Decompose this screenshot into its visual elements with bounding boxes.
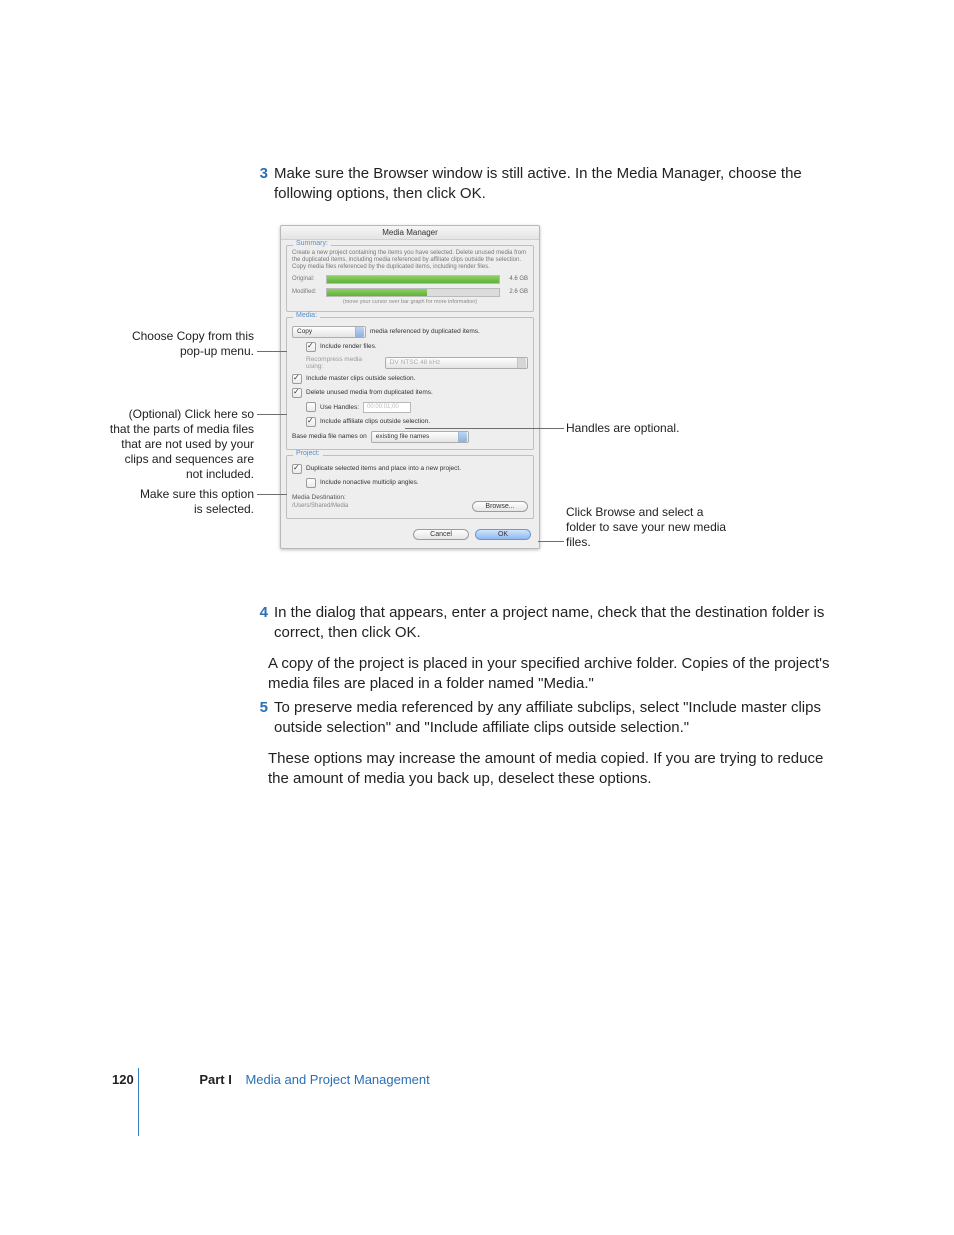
callout-browse: Click Browse and select a folder to save… — [566, 505, 736, 550]
callout-copy-popup: Choose Copy from this pop-up menu. — [108, 329, 254, 359]
bar-note: (move your cursor over bar graph for mor… — [292, 299, 528, 305]
include-render-checkbox[interactable] — [306, 342, 316, 352]
base-names-popup[interactable]: existing file names — [371, 431, 469, 443]
original-bar — [326, 275, 500, 284]
browse-button[interactable]: Browse... — [472, 501, 528, 512]
modified-bar — [326, 288, 500, 297]
action-popup[interactable]: Copy — [292, 326, 366, 338]
modified-size: 2.6 GB — [504, 289, 528, 295]
footer-divider — [138, 1068, 139, 1136]
callout-duplicate: Make sure this option is selected. — [128, 487, 254, 517]
dialog-title: Media Manager — [281, 226, 539, 240]
step-5-text: To preserve media referenced by any affi… — [274, 698, 830, 739]
callout-delete-unused: (Optional) Click here so that the parts … — [108, 407, 254, 482]
media-manager-dialog: Media Manager Summary: Create a new proj… — [280, 225, 540, 549]
project-title: Project: — [293, 450, 323, 457]
use-handles-label: Use Handles: — [320, 404, 359, 411]
summary-section: Summary: Create a new project containing… — [286, 245, 534, 312]
step-4-number: 4 — [250, 603, 274, 644]
include-render-label: Include render files. — [320, 343, 377, 350]
part-title: Media and Project Management — [245, 1072, 429, 1087]
include-affiliate-checkbox[interactable] — [306, 417, 316, 427]
delete-unused-checkbox[interactable] — [292, 388, 302, 398]
delete-unused-label: Delete unused media from duplicated item… — [306, 389, 433, 396]
duplicate-checkbox[interactable] — [292, 464, 302, 474]
media-dest-path: /Users/Shared/Media — [292, 503, 348, 509]
media-title: Media: — [293, 312, 320, 319]
include-master-label: Include master clips outside selection. — [306, 375, 415, 382]
step-3-number: 3 — [250, 164, 274, 205]
include-affiliate-label: Include affiliate clips outside selectio… — [320, 418, 430, 425]
part-label: Part I — [199, 1072, 232, 1087]
media-dest-label: Media Destination: — [292, 494, 528, 501]
recompress-label: Recompress media using: — [306, 356, 381, 370]
action-suffix: media referenced by duplicated items. — [370, 328, 480, 335]
nonactive-label: Include nonactive multiclip angles. — [320, 479, 419, 486]
include-master-checkbox[interactable] — [292, 374, 302, 384]
summary-text: Create a new project containing the item… — [292, 250, 528, 271]
original-size: 4.6 GB — [504, 276, 528, 282]
original-label: Original: — [292, 276, 326, 282]
use-handles-checkbox[interactable] — [306, 402, 316, 412]
modified-label: Modified: — [292, 289, 326, 295]
cancel-button[interactable]: Cancel — [413, 529, 469, 540]
step-4-followup: A copy of the project is placed in your … — [268, 654, 830, 695]
use-handles-field[interactable]: 00:00:01;00 — [363, 402, 411, 413]
ok-button[interactable]: OK — [475, 529, 531, 540]
project-section: Project: Duplicate selected items and pl… — [286, 455, 534, 519]
media-section: Media: Copy media referenced by duplicat… — [286, 317, 534, 450]
page-number: 120 — [112, 1072, 134, 1087]
summary-title: Summary: — [293, 240, 331, 247]
step-5-followup: These options may increase the amount of… — [268, 749, 830, 790]
step-5-number: 5 — [250, 698, 274, 739]
step-4-text: In the dialog that appears, enter a proj… — [274, 603, 830, 644]
step-3-text: Make sure the Browser window is still ac… — [274, 164, 830, 205]
recompress-popup: DV NTSC 48 kHz — [385, 357, 528, 369]
page-footer: 120 Part I Media and Project Management — [112, 1072, 430, 1087]
duplicate-label: Duplicate selected items and place into … — [306, 465, 461, 472]
callout-handles: Handles are optional. — [566, 421, 746, 436]
base-names-label: Base media file names on — [292, 433, 367, 440]
nonactive-checkbox[interactable] — [306, 478, 316, 488]
